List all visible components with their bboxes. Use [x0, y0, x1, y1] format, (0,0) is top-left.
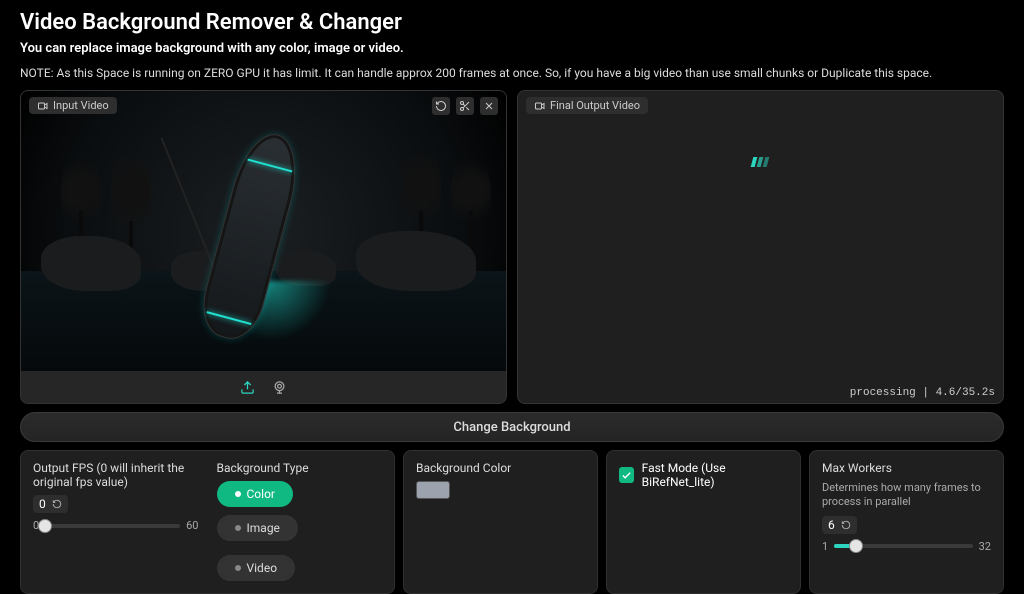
workers-max: 32 [979, 540, 991, 553]
loading-spinner-icon [751, 156, 771, 176]
page-title: Video Background Remover & Changer [20, 10, 1004, 35]
workers-label: Max Workers [822, 461, 991, 475]
bgcolor-swatch[interactable] [416, 481, 450, 499]
webcam-icon[interactable] [271, 378, 289, 396]
workers-slider[interactable] [834, 544, 972, 548]
page-note: NOTE: As this Space is running on ZERO G… [20, 66, 1004, 80]
bgtype-option-image[interactable]: Image [217, 515, 298, 541]
input-video-panel: Input Video [20, 90, 507, 404]
page-subtitle: You can replace image background with an… [20, 41, 1004, 56]
bgcolor-panel: Background Color [403, 450, 598, 594]
output-video-panel: Final Output Video processing | 4.6/35.2… [517, 90, 1004, 404]
fps-bgtype-panel: Output FPS (0 will inherit the original … [20, 450, 395, 594]
fastmode-checkbox[interactable] [619, 467, 634, 483]
bgcolor-label: Background Color [416, 461, 585, 475]
trim-icon[interactable] [456, 97, 474, 115]
video-icon [37, 100, 49, 112]
fps-value-box[interactable]: 0 [33, 495, 68, 513]
workers-min: 1 [822, 540, 828, 553]
change-background-accordion[interactable]: Change Background [20, 412, 1004, 442]
fps-max: 60 [186, 519, 198, 532]
clear-icon[interactable] [480, 97, 498, 115]
upload-icon[interactable] [239, 378, 257, 396]
bgtype-option-video[interactable]: Video [217, 555, 296, 581]
fastmode-label: Fast Mode (Use BiRefNet_lite) [642, 461, 788, 489]
bgtype-option-color[interactable]: Color [217, 481, 293, 507]
processing-status: processing | 4.6/35.2s [850, 387, 995, 399]
video-icon [534, 100, 546, 112]
reset-icon[interactable] [52, 499, 62, 509]
bgtype-label: Background Type [217, 461, 383, 475]
fastmode-panel: Fast Mode (Use BiRefNet_lite) [606, 450, 801, 594]
fps-label: Output FPS (0 will inherit the original … [33, 461, 199, 489]
undo-icon[interactable] [432, 97, 450, 115]
input-video-label: Input Video [29, 97, 117, 114]
input-video-preview[interactable] [21, 91, 506, 371]
workers-panel: Max Workers Determines how many frames t… [809, 450, 1004, 594]
reset-icon[interactable] [841, 520, 851, 530]
fps-slider[interactable] [45, 524, 180, 528]
output-video-label: Final Output Video [526, 97, 648, 114]
workers-value-box[interactable]: 6 [822, 516, 857, 534]
workers-hint: Determines how many frames to process in… [822, 481, 991, 510]
check-icon [621, 470, 632, 481]
